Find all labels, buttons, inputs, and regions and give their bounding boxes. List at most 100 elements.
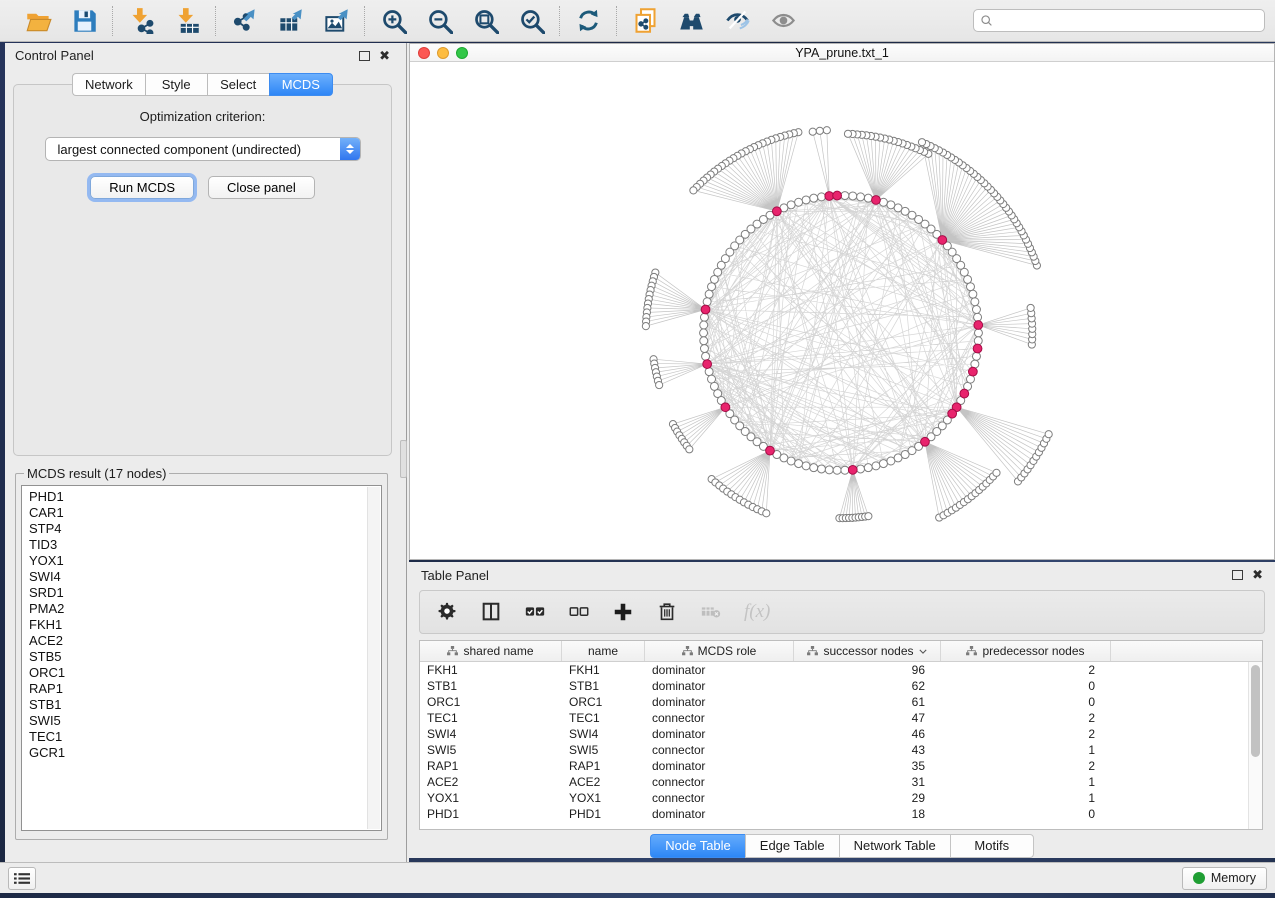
- import-table-button[interactable]: [171, 6, 203, 36]
- cell-shared-name[interactable]: ACE2: [420, 774, 562, 790]
- mcds-result-item[interactable]: PMA2: [29, 601, 381, 617]
- mcds-node[interactable]: [974, 321, 983, 330]
- cell-predecessor-nodes[interactable]: 0: [941, 694, 1111, 710]
- ring-node[interactable]: [872, 462, 880, 470]
- cell-name[interactable]: RAP1: [562, 758, 645, 774]
- ring-node[interactable]: [972, 352, 980, 360]
- table-row[interactable]: FKH1FKH1dominator962: [420, 662, 1248, 678]
- tab-edge-table[interactable]: Edge Table: [745, 834, 839, 858]
- float-panel-icon[interactable]: [359, 51, 370, 61]
- satellite-node[interactable]: [1045, 431, 1052, 438]
- criterion-dropdown[interactable]: largest connected component (undirected): [45, 137, 361, 161]
- tab-node-table[interactable]: Node Table: [650, 834, 745, 858]
- cell-successor-nodes[interactable]: 46: [794, 726, 941, 742]
- table-row[interactable]: ACE2ACE2connector311: [420, 774, 1248, 790]
- mcds-result-item[interactable]: GCR1: [29, 745, 381, 761]
- satellite-node[interactable]: [865, 513, 872, 520]
- mcds-node[interactable]: [701, 305, 710, 314]
- mcds-result-item[interactable]: TID3: [29, 537, 381, 553]
- ring-node[interactable]: [857, 465, 865, 473]
- ring-node[interactable]: [972, 306, 980, 314]
- satellite-node[interactable]: [844, 130, 851, 137]
- panel-splitter[interactable]: [400, 43, 409, 862]
- cell-MCDS-role[interactable]: dominator: [645, 694, 794, 710]
- tab-motifs[interactable]: Motifs: [950, 834, 1034, 858]
- close-table-panel-icon[interactable]: ✖: [1252, 570, 1263, 580]
- mcds-result-item[interactable]: PHD1: [29, 489, 381, 505]
- cell-name[interactable]: TEC1: [562, 710, 645, 726]
- column-header-successor-nodes[interactable]: successor nodes: [794, 641, 941, 661]
- trash-button[interactable]: [656, 601, 678, 623]
- table-scrollbar[interactable]: [1248, 662, 1262, 829]
- mcds-node[interactable]: [872, 196, 881, 205]
- mcds-list-scrollbar[interactable]: [367, 487, 380, 829]
- ring-node[interactable]: [705, 290, 713, 298]
- mcds-result-item[interactable]: ACE2: [29, 633, 381, 649]
- cell-predecessor-nodes[interactable]: 2: [941, 758, 1111, 774]
- export-table-button[interactable]: [274, 6, 306, 36]
- mcds-node[interactable]: [960, 389, 969, 398]
- ring-node[interactable]: [974, 313, 982, 321]
- mcds-node[interactable]: [721, 403, 730, 412]
- mcds-result-item[interactable]: SRD1: [29, 585, 381, 601]
- cell-name[interactable]: YOX1: [562, 790, 645, 806]
- satellite-node[interactable]: [686, 446, 693, 453]
- gear-button[interactable]: [436, 601, 458, 623]
- mcds-node[interactable]: [772, 207, 781, 216]
- satellite-node[interactable]: [656, 382, 663, 389]
- mcds-node[interactable]: [968, 367, 977, 376]
- column-header-name[interactable]: name: [562, 641, 645, 661]
- close-panel-button[interactable]: Close panel: [208, 176, 315, 199]
- cell-MCDS-role[interactable]: dominator: [645, 726, 794, 742]
- column-header-MCDS-role[interactable]: MCDS role: [645, 641, 794, 661]
- search-box[interactable]: [973, 9, 1265, 32]
- ring-node[interactable]: [710, 275, 718, 283]
- import-network-button[interactable]: [125, 6, 157, 36]
- zoom-in-button[interactable]: [377, 6, 409, 36]
- ring-node[interactable]: [702, 352, 710, 360]
- cell-successor-nodes[interactable]: 62: [794, 678, 941, 694]
- cell-name[interactable]: PHD1: [562, 806, 645, 822]
- cell-MCDS-role[interactable]: dominator: [645, 678, 794, 694]
- export-image-button[interactable]: [320, 6, 352, 36]
- cell-name[interactable]: ACE2: [562, 774, 645, 790]
- ring-node[interactable]: [700, 329, 708, 337]
- ring-node[interactable]: [969, 290, 977, 298]
- ring-node[interactable]: [833, 466, 841, 474]
- cell-successor-nodes[interactable]: 47: [794, 710, 941, 726]
- mcds-result-item[interactable]: STB5: [29, 649, 381, 665]
- ring-node[interactable]: [708, 283, 716, 291]
- save-session-button[interactable]: [68, 6, 100, 36]
- memory-button[interactable]: Memory: [1182, 867, 1267, 890]
- ring-node[interactable]: [802, 196, 810, 204]
- ring-node[interactable]: [849, 192, 857, 200]
- cell-predecessor-nodes[interactable]: 2: [941, 662, 1111, 678]
- cell-predecessor-nodes[interactable]: 2: [941, 726, 1111, 742]
- table-row[interactable]: PHD1PHD1dominator180: [420, 806, 1248, 822]
- columns-button[interactable]: [480, 601, 502, 623]
- zoom-out-button[interactable]: [423, 6, 455, 36]
- show-details-button[interactable]: [767, 6, 799, 36]
- satellite-node[interactable]: [690, 187, 697, 194]
- cell-MCDS-role[interactable]: connector: [645, 774, 794, 790]
- tab-mcds[interactable]: MCDS: [269, 73, 333, 96]
- cell-MCDS-role[interactable]: dominator: [645, 806, 794, 822]
- satellite-node[interactable]: [918, 139, 925, 146]
- mcds-result-item[interactable]: YOX1: [29, 553, 381, 569]
- mcds-result-item[interactable]: TEC1: [29, 729, 381, 745]
- cell-shared-name[interactable]: RAP1: [420, 758, 562, 774]
- ring-node[interactable]: [857, 193, 865, 201]
- tab-select[interactable]: Select: [207, 73, 269, 96]
- mcds-node[interactable]: [938, 236, 947, 245]
- ring-node[interactable]: [787, 457, 795, 465]
- cell-predecessor-nodes[interactable]: 0: [941, 806, 1111, 822]
- tab-network-table[interactable]: Network Table: [839, 834, 950, 858]
- ring-node[interactable]: [700, 313, 708, 321]
- ring-node[interactable]: [795, 198, 803, 206]
- cell-MCDS-role[interactable]: connector: [645, 790, 794, 806]
- mcds-node[interactable]: [848, 465, 857, 474]
- cell-predecessor-nodes[interactable]: 1: [941, 774, 1111, 790]
- open-file-button[interactable]: [22, 6, 54, 36]
- mcds-result-list[interactable]: PHD1CAR1STP4TID3YOX1SWI4SRD1PMA2FKH1ACE2…: [21, 485, 382, 831]
- table-row[interactable]: YOX1YOX1connector291: [420, 790, 1248, 806]
